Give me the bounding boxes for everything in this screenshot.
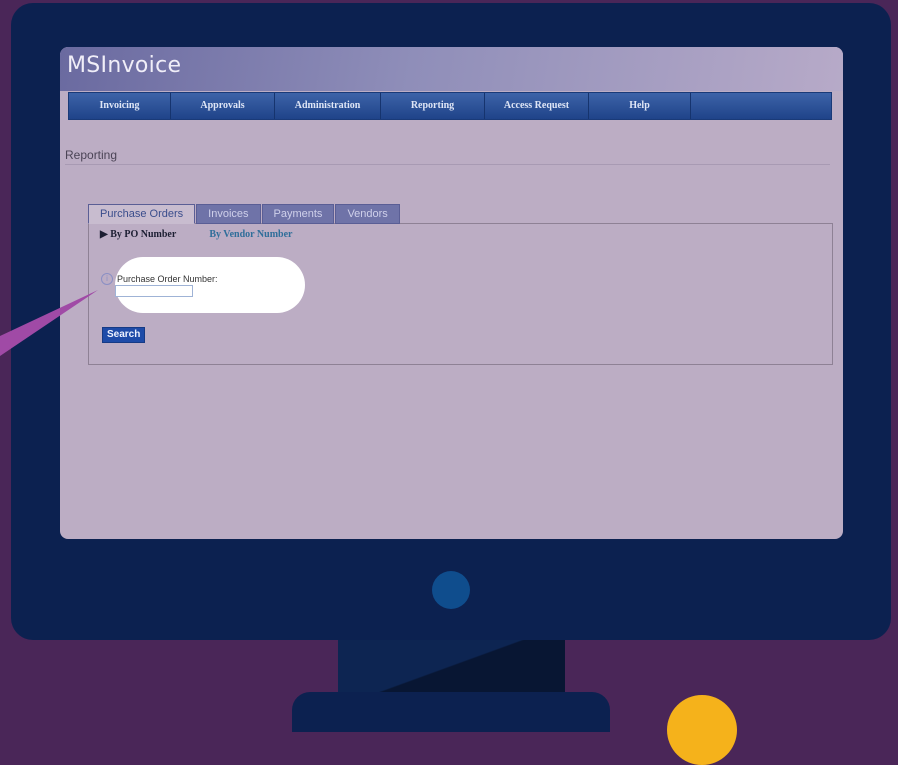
search-mode-subnav: ▶ By PO Number By Vendor Number — [100, 229, 292, 240]
tab-vendors[interactable]: Vendors — [335, 204, 400, 224]
heading-divider — [65, 164, 830, 165]
nav-item-approvals[interactable]: Approvals — [171, 93, 275, 119]
po-number-label: Purchase Order Number: — [117, 274, 218, 284]
decorative-dot — [667, 695, 737, 765]
monitor-stand-base — [292, 692, 610, 732]
search-button[interactable]: Search — [102, 327, 146, 343]
subnav-current-label: By PO Number — [110, 229, 177, 240]
nav-item-reporting[interactable]: Reporting — [381, 93, 485, 119]
main-nav: Invoicing Approvals Administration Repor… — [68, 92, 832, 120]
subnav-link-vendor-number[interactable]: By Vendor Number — [209, 229, 292, 240]
app-title: MSInvoice — [67, 53, 182, 78]
nav-item-help[interactable]: Help — [589, 93, 691, 119]
info-icon[interactable]: i — [101, 273, 113, 285]
nav-item-administration[interactable]: Administration — [275, 93, 381, 119]
power-button-icon — [432, 571, 470, 609]
tab-purchase-orders[interactable]: Purchase Orders — [88, 204, 196, 224]
page-title: Reporting — [65, 148, 118, 162]
monitor-stand-neck — [338, 640, 565, 696]
po-number-input[interactable] — [115, 285, 193, 297]
subnav-current[interactable]: ▶ By PO Number — [100, 229, 176, 240]
tab-invoices[interactable]: Invoices — [196, 204, 261, 224]
report-tabs: Purchase Orders Invoices Payments Vendor… — [88, 204, 401, 224]
app-header: MSInvoice — [60, 47, 843, 91]
tab-payments[interactable]: Payments — [261, 204, 335, 224]
triangle-right-icon: ▶ — [100, 229, 108, 240]
nav-item-invoicing[interactable]: Invoicing — [69, 93, 171, 119]
nav-item-access-request[interactable]: Access Request — [485, 93, 589, 119]
app-screen: MSInvoice Invoicing Approvals Administra… — [60, 47, 843, 539]
